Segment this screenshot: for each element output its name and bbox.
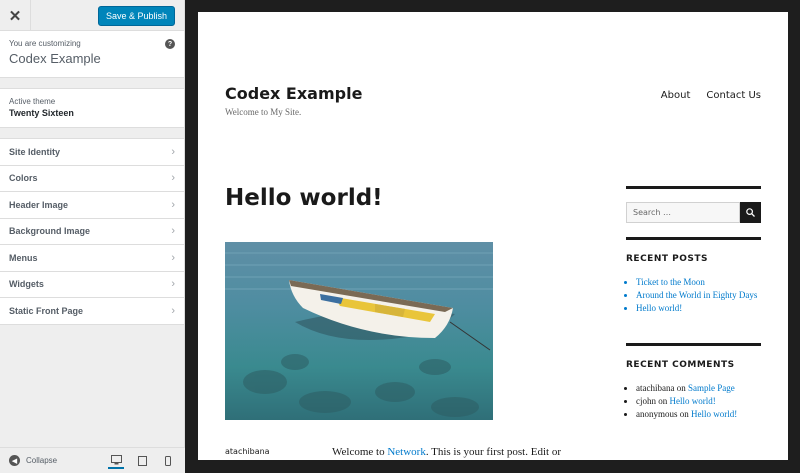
- site-tagline: Welcome to My Site.: [225, 107, 302, 117]
- panel-menus[interactable]: Menus ›: [0, 245, 184, 272]
- nav-item-contact[interactable]: Contact Us: [706, 90, 761, 101]
- recent-post-item[interactable]: Around the World in Eighty Days: [636, 289, 761, 302]
- active-theme-name: Twenty Sixteen: [9, 108, 74, 118]
- tablet-preview-icon[interactable]: [134, 453, 150, 469]
- customizer-window: ✕ Save & Publish You are customizing Cod…: [0, 0, 800, 473]
- search-form: Search …: [626, 202, 761, 223]
- panel-site-identity[interactable]: Site Identity ›: [0, 139, 184, 166]
- recent-comment-item: cjohn on Hello world!: [636, 395, 761, 408]
- panel-label: Static Front Page: [9, 305, 84, 316]
- panel-label: Menus: [9, 252, 38, 263]
- main-navigation: About Contact Us: [661, 90, 761, 101]
- close-icon: ✕: [8, 7, 22, 25]
- recent-comments-title: RECENT COMMENTS: [626, 360, 735, 370]
- nav-item-about[interactable]: About: [661, 90, 691, 101]
- site-preview[interactable]: Codex Example Welcome to My Site. About …: [198, 12, 788, 460]
- chevron-right-icon: ›: [171, 172, 175, 185]
- recent-comment-item: atachibana on Sample Page: [636, 382, 761, 395]
- recent-post-item[interactable]: Hello world!: [636, 302, 761, 315]
- sidebar-widgets: Search … RECENT POSTS Ticket to the Moon…: [626, 186, 761, 421]
- post-author[interactable]: atachibana: [225, 447, 270, 456]
- panel-label: Header Image: [9, 199, 69, 210]
- site-title[interactable]: Codex Example: [225, 84, 362, 103]
- panel-list: Site Identity › Colors › Header Image › Bac…: [0, 138, 184, 325]
- recent-posts-list: Ticket to the Moon Around the World in E…: [626, 276, 761, 315]
- panel-static-front-page[interactable]: Static Front Page ›: [0, 298, 184, 325]
- panel-widgets[interactable]: Widgets ›: [0, 271, 184, 298]
- comment-post-link[interactable]: Hello world!: [691, 409, 737, 419]
- panel-label: Widgets: [9, 279, 44, 290]
- sidebar-header: ✕ Save & Publish: [0, 0, 184, 31]
- collapse-icon[interactable]: ◀: [9, 455, 20, 466]
- chevron-right-icon: ›: [171, 278, 175, 291]
- network-link[interactable]: Network: [387, 446, 426, 458]
- chevron-right-icon: ›: [171, 198, 175, 211]
- save-publish-button[interactable]: Save & Publish: [97, 6, 175, 26]
- chevron-right-icon: ›: [171, 225, 175, 238]
- sidebar-footer: ◀ Collapse: [0, 447, 185, 473]
- comment-post-link[interactable]: Sample Page: [688, 383, 735, 393]
- panel-colors[interactable]: Colors ›: [0, 165, 184, 192]
- search-input[interactable]: Search …: [626, 202, 740, 223]
- active-theme-label: Active theme: [9, 97, 56, 106]
- customizing-info: You are customizing Codex Example ?: [0, 31, 184, 78]
- device-switcher: [108, 453, 176, 469]
- customizing-site-name: Codex Example: [9, 51, 101, 66]
- recent-posts-title: RECENT POSTS: [626, 254, 708, 264]
- recent-comment-item: anonymous on Hello world!: [636, 408, 761, 421]
- comment-post-link[interactable]: Hello world!: [670, 396, 716, 406]
- close-button[interactable]: ✕: [0, 0, 31, 31]
- desktop-preview-icon[interactable]: [108, 453, 124, 469]
- help-icon[interactable]: ?: [165, 39, 175, 49]
- panel-label: Background Image: [9, 226, 91, 237]
- post-title[interactable]: Hello world!: [225, 185, 383, 211]
- collapse-label[interactable]: Collapse: [26, 456, 57, 465]
- post-excerpt: Welcome to Network. This is your first p…: [332, 446, 561, 458]
- recent-post-item[interactable]: Ticket to the Moon: [636, 276, 761, 289]
- active-theme-box[interactable]: Active theme Twenty Sixteen: [0, 88, 184, 128]
- mobile-preview-icon[interactable]: [160, 453, 176, 469]
- chevron-right-icon: ›: [171, 251, 175, 264]
- customizing-label: You are customizing: [9, 39, 81, 48]
- search-button[interactable]: [740, 202, 761, 223]
- chevron-right-icon: ›: [171, 145, 175, 158]
- chevron-right-icon: ›: [171, 304, 175, 317]
- recent-comments-list: atachibana on Sample Page cjohn on Hello…: [626, 382, 761, 421]
- featured-image[interactable]: [225, 242, 493, 420]
- panel-label: Site Identity: [9, 146, 61, 157]
- panel-background-image[interactable]: Background Image ›: [0, 218, 184, 245]
- panel-label: Colors: [9, 173, 38, 184]
- panel-header-image[interactable]: Header Image ›: [0, 192, 184, 219]
- customizer-sidebar: ✕ Save & Publish You are customizing Cod…: [0, 0, 185, 473]
- search-icon: [746, 208, 755, 217]
